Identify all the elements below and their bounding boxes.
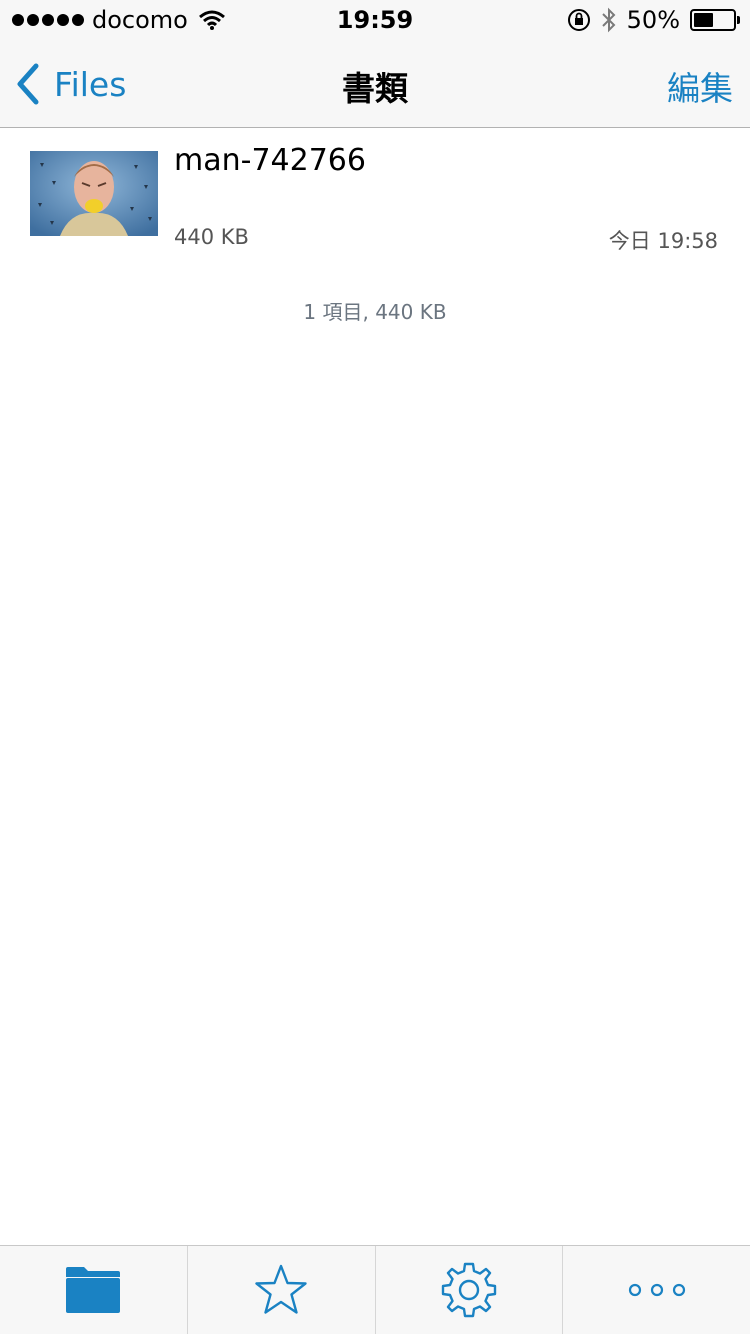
tab-files[interactable] — [0, 1246, 188, 1334]
file-thumbnail — [30, 151, 158, 236]
tab-favorites[interactable] — [188, 1246, 376, 1334]
battery-percent: 50% — [626, 6, 680, 34]
battery-icon — [690, 9, 740, 31]
items-summary: 1 項目, 440 KB — [303, 300, 447, 324]
more-icon — [628, 1283, 685, 1297]
navigation-bar: Files 書類 編集 — [0, 40, 750, 128]
edit-button[interactable]: 編集 — [667, 62, 733, 110]
battery-level-fill — [694, 13, 713, 27]
tab-settings[interactable] — [376, 1246, 564, 1334]
file-date: 今日 19:58 — [608, 229, 718, 253]
tab-bar — [0, 1245, 750, 1334]
bluetooth-icon — [601, 7, 616, 33]
back-button-label: Files — [54, 64, 127, 104]
gear-icon — [441, 1262, 497, 1318]
status-right: 50% — [567, 6, 740, 34]
file-name: man-742766 — [174, 143, 366, 178]
chevron-left-icon — [17, 63, 39, 105]
tab-more[interactable] — [563, 1246, 750, 1334]
status-bar: docomo 19:59 50% — [0, 0, 750, 40]
rotation-lock-icon — [567, 9, 590, 31]
folder-icon — [66, 1267, 121, 1313]
star-icon — [255, 1264, 307, 1314]
file-list-item[interactable]: man-742766 440 KB 今日 19:58 — [0, 129, 750, 259]
file-size: 440 KB — [174, 225, 249, 249]
back-button[interactable]: Files — [14, 60, 126, 108]
